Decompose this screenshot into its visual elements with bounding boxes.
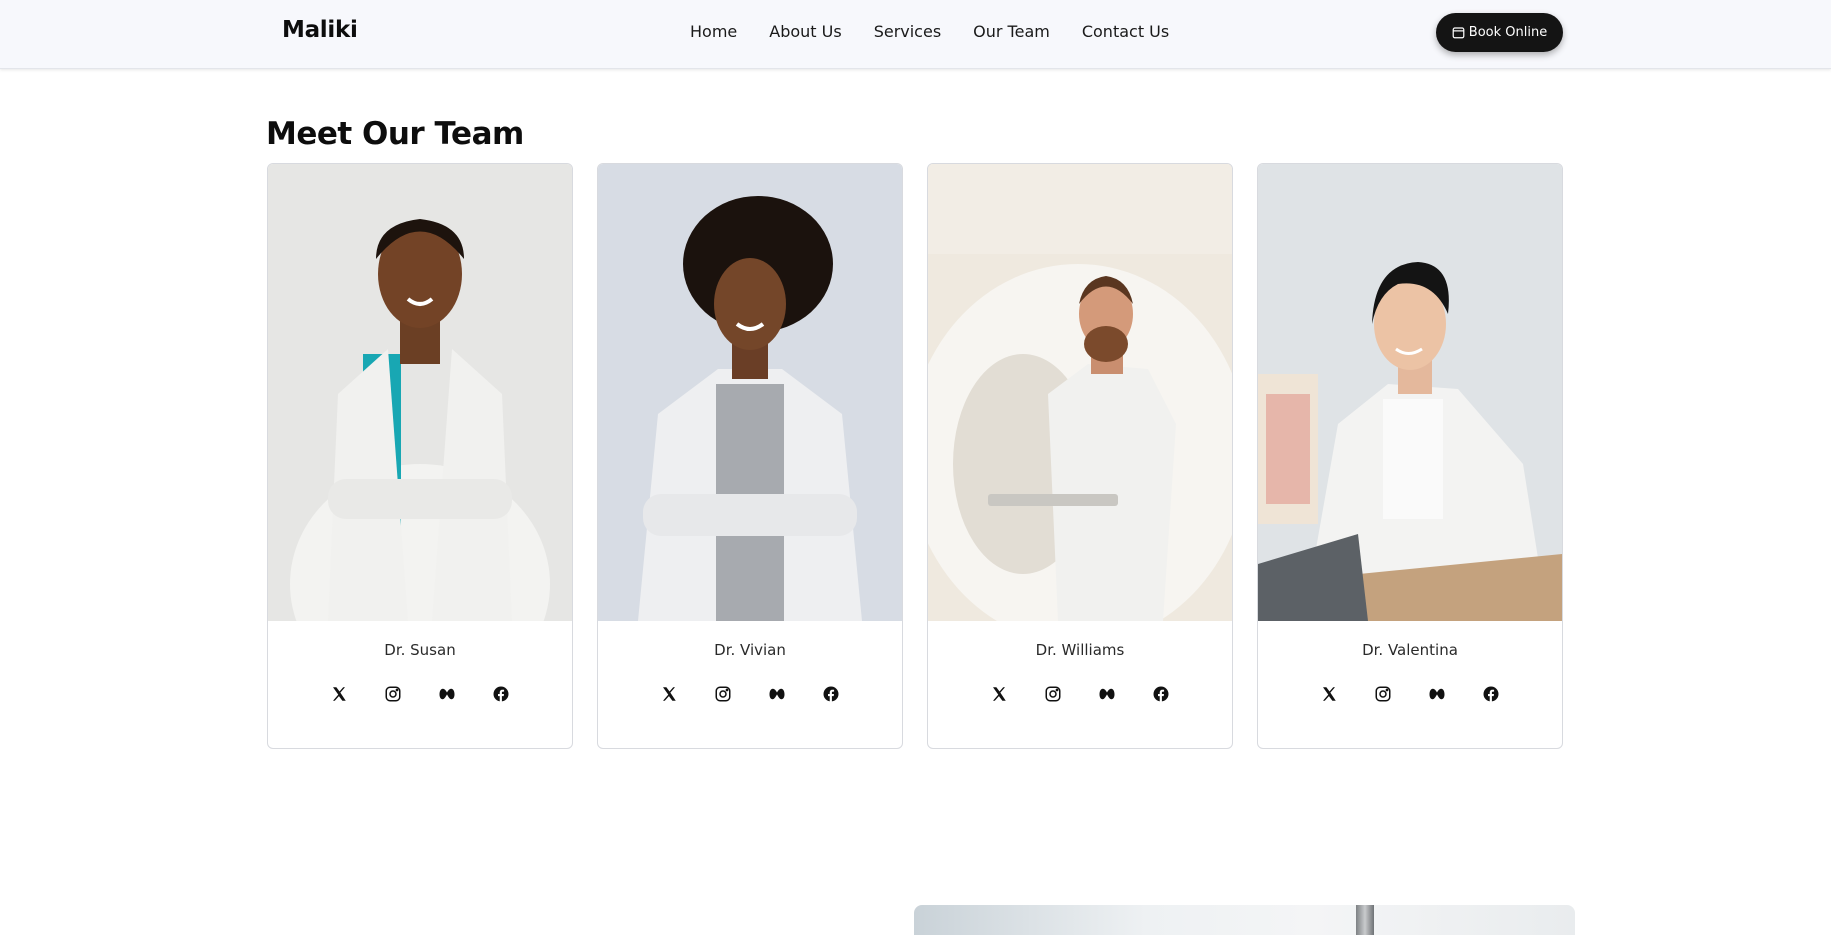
doctor-photo xyxy=(268,164,572,621)
nav-our-team[interactable]: Our Team xyxy=(973,22,1050,41)
doctor-photo xyxy=(598,164,902,621)
team-card: Dr. Williams xyxy=(927,163,1233,749)
threads-icon[interactable] xyxy=(1098,685,1116,703)
facebook-icon[interactable] xyxy=(822,685,840,703)
nav-services[interactable]: Services xyxy=(874,22,941,41)
facebook-icon[interactable] xyxy=(1152,685,1170,703)
social-links xyxy=(598,685,902,703)
social-links xyxy=(1258,685,1562,703)
doctor-name: Dr. Williams xyxy=(1035,641,1125,659)
instagram-icon[interactable] xyxy=(1044,685,1062,703)
doctor-photo xyxy=(1258,164,1562,621)
instagram-icon[interactable] xyxy=(384,685,402,703)
brand-logo[interactable]: Maliki xyxy=(282,17,358,43)
instagram-icon[interactable] xyxy=(1374,685,1392,703)
navbar: Maliki Home About Us Services Our Team C… xyxy=(0,0,1831,69)
calendar-icon xyxy=(1452,27,1465,39)
facebook-icon[interactable] xyxy=(492,685,510,703)
threads-icon[interactable] xyxy=(1428,685,1446,703)
instagram-icon[interactable] xyxy=(714,685,732,703)
section-title: Meet Our Team xyxy=(266,116,524,152)
section-image xyxy=(914,905,1575,935)
book-online-label: Book Online xyxy=(1468,25,1548,40)
doctor-photo xyxy=(928,164,1232,621)
image-detail xyxy=(1356,905,1374,935)
x-icon[interactable] xyxy=(1320,685,1338,703)
team-grid: Dr. Susan Dr. Vivian Dr. Williams Dr. Va… xyxy=(267,163,1563,749)
doctor-name: Dr. Susan xyxy=(384,641,456,659)
team-card: Dr. Valentina xyxy=(1257,163,1563,749)
x-icon[interactable] xyxy=(990,685,1008,703)
x-icon[interactable] xyxy=(330,685,348,703)
book-online-button[interactable]: Book Online xyxy=(1436,13,1563,52)
team-card: Dr. Vivian xyxy=(597,163,903,749)
facebook-icon[interactable] xyxy=(1482,685,1500,703)
doctor-name: Dr. Valentina xyxy=(1362,641,1458,659)
social-links xyxy=(928,685,1232,703)
nav-contact-us[interactable]: Contact Us xyxy=(1082,22,1169,41)
team-card: Dr. Susan xyxy=(267,163,573,749)
x-icon[interactable] xyxy=(660,685,678,703)
threads-icon[interactable] xyxy=(768,685,786,703)
doctor-name: Dr. Vivian xyxy=(714,641,786,659)
nav-home[interactable]: Home xyxy=(690,22,737,41)
main-nav: Home About Us Services Our Team Contact … xyxy=(690,22,1169,41)
social-links xyxy=(268,685,572,703)
threads-icon[interactable] xyxy=(438,685,456,703)
nav-about-us[interactable]: About Us xyxy=(769,22,841,41)
